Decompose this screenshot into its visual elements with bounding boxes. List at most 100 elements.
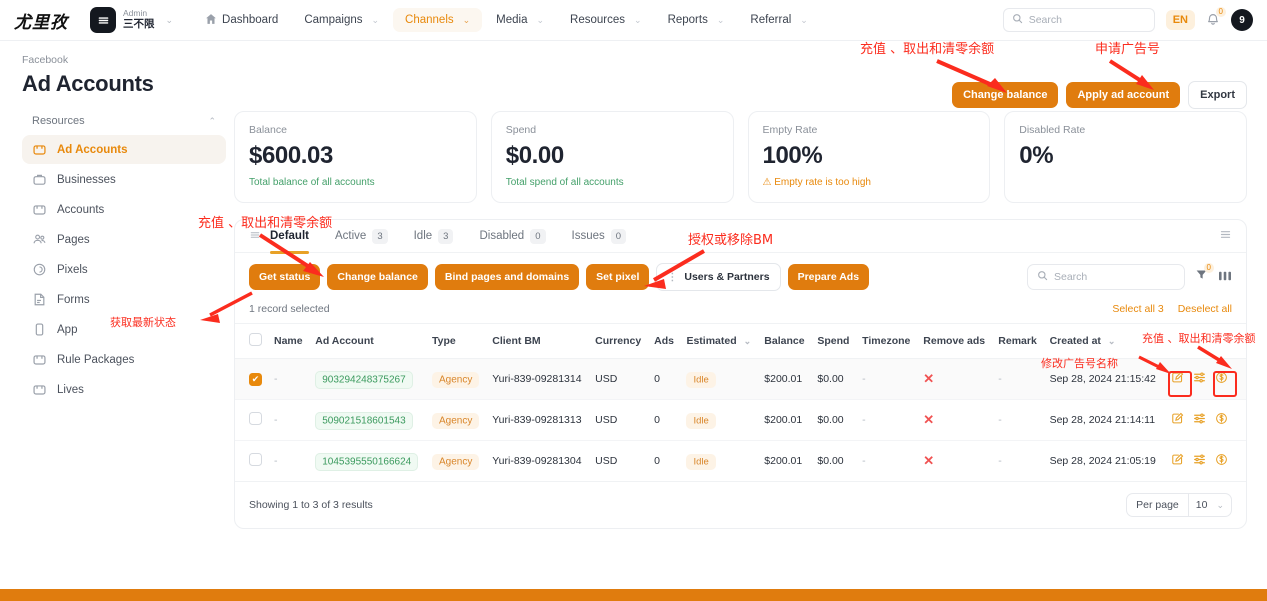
col-remark[interactable]: Remark (992, 323, 1044, 359)
table-row[interactable]: - 509021518601543 Agency Yuri-839-092813… (235, 399, 1246, 441)
x-icon[interactable]: ✕ (923, 412, 934, 427)
cell-remark: - (992, 399, 1044, 441)
sidebar-item-businesses[interactable]: Businesses (22, 165, 226, 194)
nav-item-dashboard[interactable]: Dashboard (193, 7, 290, 34)
balance-dollar-icon[interactable] (1215, 412, 1228, 428)
apply-ad-account-button[interactable]: Apply ad account (1066, 82, 1181, 108)
change-balance-button-toolbar[interactable]: Change balance (327, 264, 428, 290)
col-ads[interactable]: Ads (648, 323, 681, 359)
per-page-label: Per page (1136, 499, 1179, 511)
x-icon[interactable]: ✕ (923, 453, 934, 468)
tab-default[interactable]: Default (270, 220, 322, 254)
row-checkbox[interactable] (249, 412, 262, 425)
select-all-header (235, 323, 268, 359)
settings-sliders-icon[interactable] (1193, 371, 1206, 387)
sidebar-item-lives[interactable]: Lives (22, 375, 226, 404)
sidebar-item-pages[interactable]: Pages (22, 225, 226, 254)
cell-currency: USD (595, 455, 618, 467)
users-and-partners-button[interactable]: ⋮ Users & Partners (656, 263, 781, 291)
notifications-button[interactable]: 0 (1206, 6, 1226, 29)
sidebar-item-pixels[interactable]: Pixels (22, 255, 226, 284)
nav-item-channels[interactable]: Channels ⌄ (393, 8, 483, 32)
nav-item-media[interactable]: Media ⌄ (484, 8, 556, 32)
language-button[interactable]: EN (1165, 10, 1195, 30)
select-all-checkbox[interactable] (249, 333, 262, 346)
row-checkbox[interactable] (249, 453, 262, 466)
settings-sliders-icon[interactable] (1193, 412, 1206, 428)
org-switcher[interactable]: Admin 三不限 ⌄ (90, 7, 173, 33)
get-status-button[interactable]: Get status (249, 264, 321, 290)
tab-count: 0 (530, 228, 546, 244)
stat-value: 100% (762, 142, 823, 169)
col-timezone[interactable]: Timezone (856, 323, 918, 359)
nav-item-resources[interactable]: Resources ⌄ (558, 8, 654, 32)
select-all-link[interactable]: Select all 3 (1112, 303, 1163, 315)
edit-icon[interactable] (1171, 412, 1184, 428)
nav-item-referral[interactable]: Referral ⌄ (738, 8, 819, 32)
ad-account-pill[interactable]: 1045395550166624 (315, 452, 419, 471)
per-page-selector[interactable]: Per page 10 ⌄ (1126, 493, 1232, 517)
x-icon[interactable]: ✕ (923, 371, 934, 386)
tab-idle[interactable]: Idle 3 (401, 220, 467, 253)
col-estimated[interactable]: Estimated ⌄ (680, 323, 759, 359)
col-name[interactable]: Name (268, 323, 310, 359)
nav-label: Referral (750, 14, 792, 26)
vertical-dots-icon: ⋮ (667, 271, 678, 283)
notification-badge: 0 (1215, 6, 1226, 17)
type-badge: Agency (431, 453, 480, 470)
col-type[interactable]: Type (425, 323, 487, 359)
ad-account-pill[interactable]: 903294248375267 (315, 370, 413, 389)
table-search-input[interactable]: Search (1027, 264, 1185, 290)
col-client-bm[interactable]: Client BM (486, 323, 590, 359)
export-button[interactable]: Export (1188, 81, 1247, 109)
cell-spend: $0.00 (817, 455, 844, 467)
edit-icon[interactable] (1171, 453, 1184, 469)
bind-pages-and-domains-button[interactable]: Bind pages and domains (434, 264, 580, 290)
change-balance-button[interactable]: Change balance (952, 82, 1059, 108)
search-icon (1012, 13, 1023, 27)
tab-active[interactable]: Active 3 (322, 220, 401, 253)
brand-logo[interactable]: 尤里孜 (14, 8, 68, 33)
col-spend[interactable]: Spend (811, 323, 857, 359)
deselect-all-link[interactable]: Deselect all (1178, 303, 1232, 315)
per-page-value[interactable]: 10 ⌄ (1187, 494, 1231, 516)
set-pixel-button[interactable]: Set pixel (586, 264, 650, 290)
sidebar-item-app[interactable]: App (22, 315, 226, 344)
avatar[interactable]: 9 (1231, 9, 1253, 31)
cell-name: - (268, 358, 310, 400)
col-created-at[interactable]: Created at ⌄ (1043, 323, 1164, 359)
sidebar-item-rule-packages[interactable]: Rule Packages (22, 345, 226, 374)
home-icon (205, 13, 217, 28)
sidebar-group-resources[interactable]: Resources ⌃ (22, 111, 226, 135)
sidebar-item-forms[interactable]: Forms (22, 285, 226, 314)
columns-button[interactable] (1218, 270, 1232, 285)
balance-dollar-icon[interactable] (1215, 371, 1228, 387)
breadcrumb[interactable]: Facebook (22, 54, 1267, 66)
row-checkbox[interactable]: ✔ (249, 372, 262, 386)
filter-button[interactable]: 0 (1195, 263, 1214, 286)
table-row[interactable]: ✔ - 903294248375267 Agency Yuri-839-0928… (235, 358, 1246, 400)
page-header-actions: Change balance Apply ad account Export (952, 81, 1247, 109)
cell-name: - (274, 455, 278, 467)
tab-disabled[interactable]: Disabled 0 (466, 220, 558, 253)
tabs-menu-icon[interactable] (249, 229, 261, 244)
nav-item-campaigns[interactable]: Campaigns ⌄ (292, 8, 391, 32)
edit-icon[interactable] (1171, 371, 1184, 387)
prepare-ads-button[interactable]: Prepare Ads (787, 264, 870, 290)
cell-remove-ads: ✕ (917, 358, 993, 400)
nav-item-reports[interactable]: Reports ⌄ (656, 8, 737, 32)
col-ad-account[interactable]: Ad Account (309, 323, 426, 359)
global-search-input[interactable]: Search (1002, 8, 1155, 32)
col-currency[interactable]: Currency (589, 323, 649, 359)
table-row[interactable]: - 1045395550166624 Agency Yuri-839-09281… (235, 441, 1246, 482)
col-balance[interactable]: Balance (758, 323, 812, 359)
sidebar-item-ad-accounts[interactable]: Ad Accounts (22, 135, 226, 164)
tab-count: 3 (438, 228, 454, 244)
tab-issues[interactable]: Issues 0 (559, 220, 640, 253)
col-remove-ads[interactable]: Remove ads (917, 323, 993, 359)
sidebar-item-accounts[interactable]: Accounts (22, 195, 226, 224)
tabs-settings-icon[interactable] (1219, 228, 1232, 244)
ad-account-pill[interactable]: 509021518601543 (315, 411, 413, 430)
balance-dollar-icon[interactable] (1215, 453, 1228, 469)
settings-sliders-icon[interactable] (1193, 453, 1206, 469)
